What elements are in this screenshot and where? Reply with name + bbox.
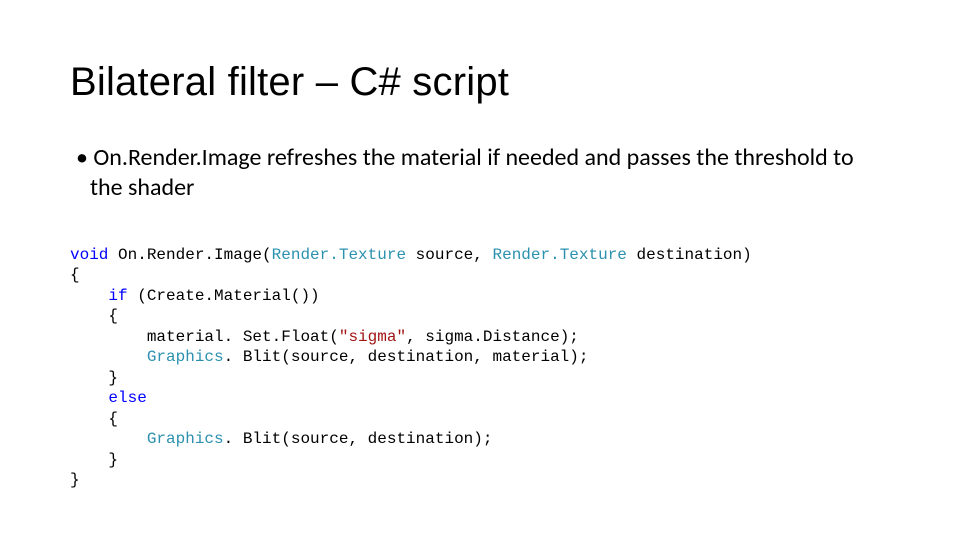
keyword-else: else	[108, 389, 146, 407]
type-rendertexture-2: Render.Texture	[492, 246, 626, 264]
code-text: {	[70, 266, 80, 284]
code-text: , sigma.Distance);	[406, 328, 579, 346]
code-text	[70, 430, 147, 448]
bullet-text: On.Render.Image refreshes the material i…	[70, 143, 890, 203]
code-text: source,	[406, 246, 492, 264]
code-text	[70, 348, 147, 366]
keyword-void: void	[70, 246, 108, 264]
code-text: {	[70, 410, 118, 428]
code-text: {	[70, 307, 118, 325]
code-text: }	[70, 471, 80, 489]
string-sigma: "sigma"	[339, 328, 406, 346]
code-text: material. Set.Float(	[70, 328, 339, 346]
type-rendertexture-1: Render.Texture	[272, 246, 406, 264]
code-text: }	[70, 451, 118, 469]
code-text: On.Render.Image(	[108, 246, 271, 264]
type-graphics-2: Graphics	[147, 430, 224, 448]
code-text	[70, 287, 108, 305]
code-text: }	[70, 369, 118, 387]
slide-title: Bilateral filter – C# script	[70, 60, 890, 105]
code-block: void On.Render.Image(Render.Texture sour…	[70, 245, 890, 491]
keyword-if: if	[108, 287, 127, 305]
type-graphics-1: Graphics	[147, 348, 224, 366]
slide: Bilateral filter – C# script On.Render.I…	[0, 0, 960, 540]
code-text: . Blit(source, destination);	[224, 430, 493, 448]
code-text	[70, 389, 108, 407]
code-text: . Blit(source, destination, material);	[224, 348, 589, 366]
code-text: (Create.Material())	[128, 287, 320, 305]
code-text: destination)	[627, 246, 752, 264]
